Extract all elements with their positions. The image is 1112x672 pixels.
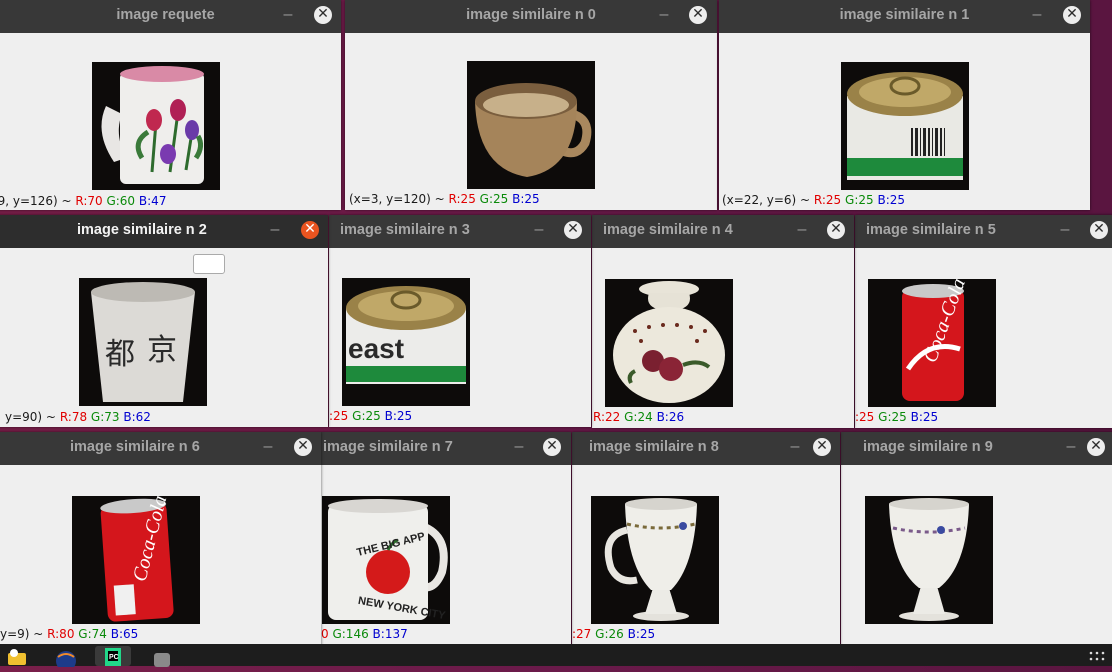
image-coke-can-tilted: Coca-Cola [72, 496, 200, 624]
close-icon: ✕ [317, 6, 329, 22]
svg-text:east: east [348, 333, 404, 364]
pixel-status: (x=3, y=120) ~ R:25 G:25 B:25 [349, 192, 540, 206]
window-title: image similaire n 5 [866, 222, 996, 238]
pixel-status: R:22 G:24 B:26 [593, 410, 685, 424]
taskbar: PC [0, 644, 1112, 671]
close-button[interactable]: ✕ [301, 221, 319, 239]
image-ceramic-bowl [467, 61, 595, 189]
minimize-button[interactable]: – [531, 222, 547, 239]
close-icon: ✕ [1090, 438, 1102, 454]
image-coke-can: Coca-Cola [868, 279, 996, 407]
pixel-status: :27 G:26 B:25 [572, 627, 656, 641]
image-tulip-mug [92, 62, 220, 190]
tooltip [193, 254, 225, 274]
window-image-similaire-7[interactable]: image similaire n 7 – ✕ THE BIG APP NEW … [321, 432, 571, 647]
minimize-button[interactable]: – [656, 7, 672, 24]
minimize-button[interactable]: – [1057, 222, 1073, 239]
close-icon: ✕ [546, 438, 558, 454]
close-button[interactable]: ✕ [1087, 438, 1105, 456]
minimize-button[interactable]: – [267, 222, 283, 239]
titlebar[interactable]: image similaire n 7 – ✕ [321, 432, 571, 465]
window-title: image similaire n 4 [603, 222, 733, 238]
window-image-similaire-1[interactable]: image similaire n 1 – ✕ (x=22, y=6) ~ R:… [719, 0, 1090, 210]
titlebar[interactable]: image similaire n 3 – ✕ [329, 215, 591, 248]
minimize-button[interactable]: – [260, 439, 276, 456]
pixel-status: :25 G:25 B:25 [329, 409, 413, 423]
minimize-button[interactable]: – [1063, 439, 1079, 456]
titlebar[interactable]: image similaire n 2 – ✕ [0, 215, 328, 248]
close-button[interactable]: ✕ [1063, 6, 1081, 24]
window-title: image similaire n 2 [77, 222, 207, 238]
files-icon[interactable] [6, 647, 26, 665]
close-icon: ✕ [304, 221, 316, 237]
image-yeast-can: east [342, 278, 470, 406]
close-button[interactable]: ✕ [1090, 221, 1108, 239]
image-chinese-cup: 都 京 [79, 278, 207, 406]
apps-grid-icon[interactable] [1088, 650, 1106, 668]
titlebar[interactable]: image requete – ✕ [0, 0, 341, 33]
close-button[interactable]: ✕ [689, 6, 707, 24]
close-icon: ✕ [692, 6, 704, 22]
titlebar[interactable]: image similaire n 8 – ✕ [572, 432, 840, 465]
titlebar[interactable]: image similaire n 1 – ✕ [719, 0, 1090, 33]
pycharm-icon[interactable]: PC [95, 646, 131, 666]
pixel-status: y=9) ~ R:80 G:74 B:65 [0, 627, 139, 641]
terminal-icon[interactable] [54, 647, 76, 671]
close-icon: ✕ [816, 438, 828, 454]
image-vase [605, 279, 733, 407]
close-icon: ✕ [1093, 221, 1105, 237]
window-image-similaire-6[interactable]: image similaire n 6 – ✕ Coca-Cola y=9) ~… [0, 432, 321, 647]
svg-text:都: 都 [105, 337, 135, 372]
window-title: image similaire n 7 [323, 439, 453, 455]
app-icon[interactable] [152, 647, 170, 667]
pixel-status: 0 G:146 B:137 [321, 627, 408, 641]
window-image-similaire-0[interactable]: image similaire n 0 – ✕ (x=3, y=120) ~ R… [345, 0, 717, 210]
titlebar[interactable]: image similaire n 4 – ✕ [592, 215, 854, 248]
close-button[interactable]: ✕ [564, 221, 582, 239]
titlebar[interactable]: image similaire n 0 – ✕ [345, 0, 717, 33]
pixel-status: (x=22, y=6) ~ R:25 G:25 B:25 [722, 193, 906, 207]
pixel-status: y=90) ~ R:78 G:73 B:62 [5, 410, 151, 424]
window-image-similaire-5[interactable]: image similaire n 5 – ✕ Coca-Cola :25 G:… [855, 215, 1112, 428]
close-button[interactable]: ✕ [813, 438, 831, 456]
close-icon: ✕ [567, 221, 579, 237]
minimize-button[interactable]: – [1029, 7, 1045, 24]
close-button[interactable]: ✕ [543, 438, 561, 456]
close-icon: ✕ [297, 438, 309, 454]
window-image-similaire-4[interactable]: image similaire n 4 – ✕ R:22 G:24 B:26 [592, 215, 854, 428]
pixel-status: 59, y=126) ~ R:70 G:60 B:47 [0, 194, 167, 208]
image-footed-cup [865, 496, 993, 624]
close-icon: ✕ [830, 221, 842, 237]
svg-text:PC: PC [109, 654, 119, 661]
titlebar[interactable]: image similaire n 6 – ✕ [0, 432, 321, 465]
close-icon: ✕ [1066, 6, 1078, 22]
close-button[interactable]: ✕ [827, 221, 845, 239]
minimize-button[interactable]: – [280, 7, 296, 24]
window-image-similaire-9[interactable]: image similaire n 9 – ✕ [841, 432, 1112, 647]
window-image-similaire-2[interactable]: image similaire n 2 – ✕ 都 京 y=90) ~ R:78… [0, 215, 328, 427]
minimize-button[interactable]: – [794, 222, 810, 239]
minimize-button[interactable]: – [787, 439, 803, 456]
window-title: image similaire n 3 [340, 222, 470, 238]
window-image-similaire-3[interactable]: image similaire n 3 – ✕ east :25 G:25 B:… [329, 215, 591, 427]
window-title: image similaire n 6 [70, 439, 200, 455]
window-image-requete[interactable]: image requete – ✕ 59, y=126) ~ R:70 G:60… [0, 0, 341, 210]
titlebar[interactable]: image similaire n 9 – ✕ [841, 432, 1112, 465]
pixel-status: :25 G:25 B:25 [855, 410, 939, 424]
svg-text:京: 京 [147, 333, 177, 368]
close-button[interactable]: ✕ [314, 6, 332, 24]
image-tin-can-barcode [841, 62, 969, 190]
close-button[interactable]: ✕ [294, 438, 312, 456]
titlebar[interactable]: image similaire n 5 – ✕ [855, 215, 1112, 248]
image-footed-mug [591, 496, 719, 624]
minimize-button[interactable]: – [511, 439, 527, 456]
image-big-apple-mug: THE BIG APP NEW YORK CITY [322, 496, 450, 624]
window-image-similaire-8[interactable]: image similaire n 8 – ✕ :27 G:26 B:25 [572, 432, 840, 647]
